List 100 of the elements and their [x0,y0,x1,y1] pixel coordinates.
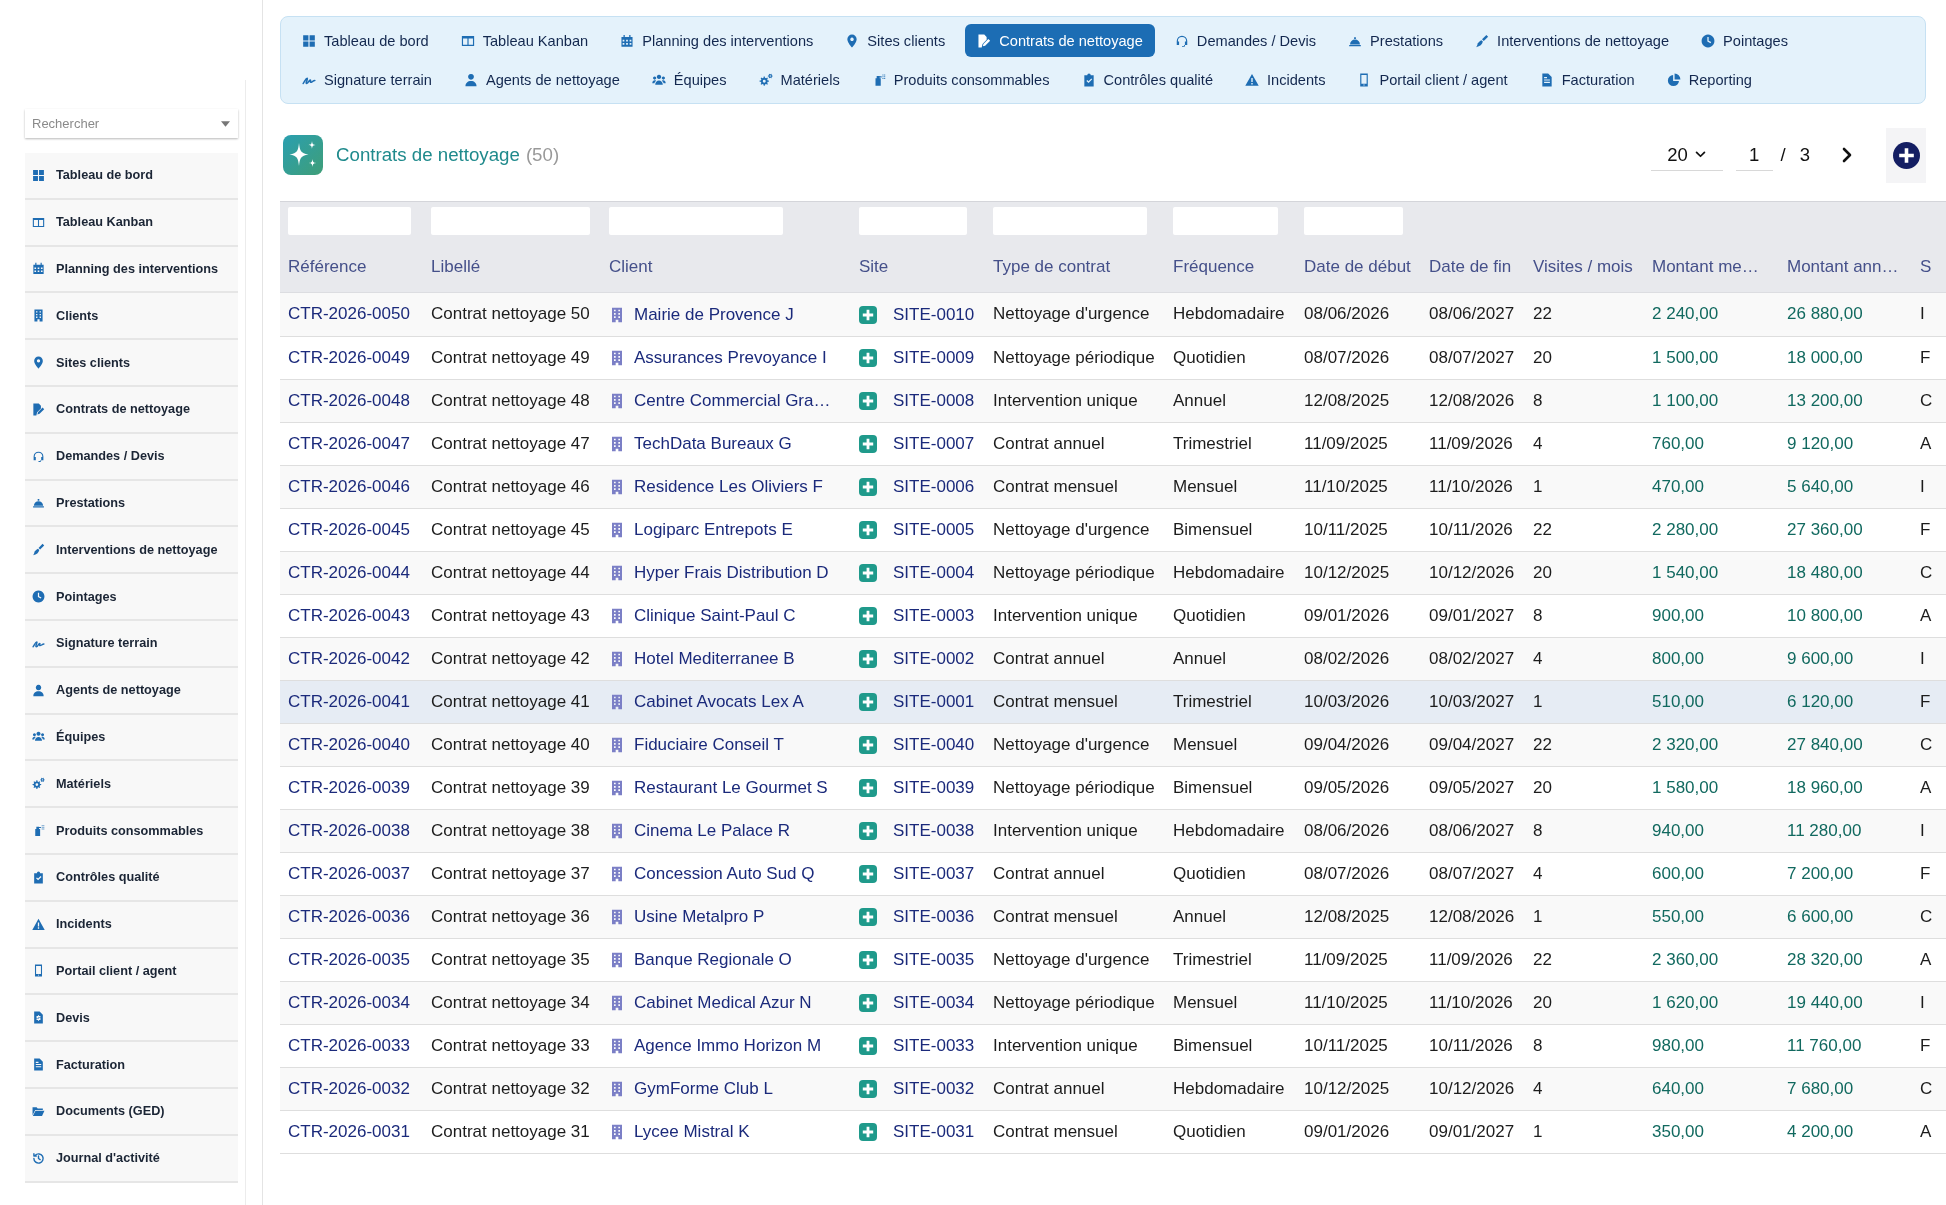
nav-tab[interactable]: Facturation [1527,63,1647,96]
table-row[interactable]: CTR-2026-0032 Contrat nettoyage 32 GymForme Club L SITE-0032 Contrat annuel Hebdomadaire 10/12/2025 10/12/2026 4 640,00 7 680,00 C [280,1067,1946,1110]
reference-link[interactable]: CTR-2026-0040 [288,734,410,754]
client-link[interactable]: Lycee Mistral K [634,1121,750,1142]
sidebar-item[interactable]: Demandes / Devis [25,433,238,481]
client-link[interactable]: Agence Immo Horizon M [634,1035,822,1056]
nav-tab[interactable]: Contrats de nettoyage [965,24,1155,57]
table-row[interactable]: CTR-2026-0043 Contrat nettoyage 43 Clinique Saint-Paul C SITE-0003 Intervention unique Quotidien 09/01/2026 09/01/2027 8 900,00 10 800,00 A [280,594,1946,637]
reference-link[interactable]: CTR-2026-0050 [288,304,410,324]
client-link[interactable]: Banque Regionale O [634,949,792,970]
sidebar-item[interactable]: Contrôles qualité [25,854,238,902]
reference-link[interactable]: CTR-2026-0044 [288,562,410,582]
reference-link[interactable]: CTR-2026-0041 [288,691,410,711]
client-link[interactable]: Cinema Le Palace R [634,820,790,841]
site-link[interactable]: SITE-0031 [893,1121,975,1142]
nav-tab[interactable]: Tableau Kanban [448,24,601,57]
search-field[interactable]: Rechercher [25,109,238,138]
reference-link[interactable]: CTR-2026-0047 [288,433,410,453]
site-link[interactable]: SITE-0004 [893,562,975,583]
reference-link[interactable]: CTR-2026-0036 [288,906,410,926]
nav-tab[interactable]: Prestations [1336,24,1456,57]
table-row[interactable]: CTR-2026-0035 Contrat nettoyage 35 Banque Regionale O SITE-0035 Nettoyage d'urgence Trimestriel 11/09/2025 11/09/2026 22 2 360,00 28 320,00 A [280,938,1946,981]
page-size-select[interactable]: 20 [1650,139,1723,171]
reference-link[interactable]: CTR-2026-0049 [288,347,410,367]
table-row[interactable]: CTR-2026-0040 Contrat nettoyage 40 Fiduciaire Conseil T SITE-0040 Nettoyage d'urgence Mensuel 09/04/2026 09/04/2027 22 2 320,00 27 840,00 C [280,723,1946,766]
client-link[interactable]: Hyper Frais Distribution D [634,562,829,583]
add-button[interactable] [1886,127,1926,183]
client-link[interactable]: Centre Commercial Gra… [634,390,831,411]
table-row[interactable]: CTR-2026-0048 Contrat nettoyage 48 Centre Commercial Gra… SITE-0008 Intervention unique Annuel 12/08/2025 12/08/2026 8 1 100,00 13 200,00 C [280,379,1946,422]
table-row[interactable]: CTR-2026-0042 Contrat nettoyage 42 Hotel Mediterranee B SITE-0002 Contrat annuel Annuel 08/02/2026 08/02/2027 4 800,00 9 600,00 I [280,637,1946,680]
sidebar-item[interactable]: Devis [25,995,238,1043]
site-link[interactable]: SITE-0032 [893,1078,975,1099]
site-link[interactable]: SITE-0001 [893,691,975,712]
site-link[interactable]: SITE-0008 [893,390,975,411]
table-row[interactable]: CTR-2026-0047 Contrat nettoyage 47 TechData Bureaux G SITE-0007 Contrat annuel Trimestriel 11/09/2025 11/09/2026 4 760,00 9 120,00 A [280,422,1946,465]
nav-tab[interactable]: Planning des interventions [608,24,826,57]
site-link[interactable]: SITE-0036 [893,906,975,927]
site-link[interactable]: SITE-0010 [893,304,975,325]
reference-link[interactable]: CTR-2026-0033 [288,1035,410,1055]
site-link[interactable]: SITE-0034 [893,992,975,1013]
table-row[interactable]: CTR-2026-0036 Contrat nettoyage 36 Usine Metalpro P SITE-0036 Contrat mensuel Annuel 12/08/2025 12/08/2026 1 550,00 6 600,00 C [280,895,1946,938]
site-link[interactable]: SITE-0033 [893,1035,975,1056]
reference-link[interactable]: CTR-2026-0046 [288,476,410,496]
sidebar-item[interactable]: Planning des interventions [25,246,238,294]
sidebar-item[interactable]: Journal d'activité [25,1135,238,1183]
nav-tab[interactable]: Matériels [746,63,852,96]
table-row[interactable]: CTR-2026-0045 Contrat nettoyage 45 Logiparc Entrepots E SITE-0005 Nettoyage d'urgence Bimensuel 10/11/2025 10/11/2026 22 2 280,00 27 360,00 F [280,508,1946,551]
client-link[interactable]: GymForme Club L [634,1078,773,1099]
sidebar-item[interactable]: Tableau de bord [25,153,238,200]
client-link[interactable]: Usine Metalpro P [634,906,765,927]
nav-tab[interactable]: Reporting [1654,63,1764,96]
nav-tab[interactable]: Tableau de bord [290,24,441,57]
table-row[interactable]: CTR-2026-0031 Contrat nettoyage 31 Lycee Mistral K SITE-0031 Contrat mensuel Quotidien 09/01/2026 09/01/2027 1 350,00 4 200,00 A [280,1110,1946,1153]
site-link[interactable]: SITE-0040 [893,734,975,755]
reference-link[interactable]: CTR-2026-0045 [288,519,410,539]
nav-tab[interactable]: Pointages [1689,24,1801,57]
table-row[interactable]: CTR-2026-0041 Contrat nettoyage 41 Cabinet Avocats Lex A SITE-0001 Contrat mensuel Trimestriel 10/03/2026 10/03/2027 1 510,00 6 120,00 F [280,680,1946,723]
reference-link[interactable]: CTR-2026-0042 [288,648,410,668]
nav-tab[interactable]: Incidents [1233,63,1338,96]
reference-link[interactable]: CTR-2026-0039 [288,777,410,797]
client-link[interactable]: Fiduciaire Conseil T [634,734,784,755]
sidebar-item[interactable]: Facturation [25,1042,238,1089]
table-row[interactable]: CTR-2026-0039 Contrat nettoyage 39 Restaurant Le Gourmet S SITE-0039 Nettoyage périodique Bimensuel 09/05/2026 09/05/2027 20 1 580,00 18 960,00 A [280,766,1946,809]
nav-tab[interactable]: Agents de nettoyage [451,63,632,96]
nav-tab[interactable]: Contrôles qualité [1069,63,1226,96]
table-row[interactable]: CTR-2026-0038 Contrat nettoyage 38 Cinema Le Palace R SITE-0038 Intervention unique Hebdomadaire 08/06/2026 08/06/2027 8 940,00 11 280,00 I [280,809,1946,852]
sidebar-item[interactable]: Sites clients [25,340,238,387]
sidebar-item[interactable]: Produits consommables [25,808,238,855]
nav-tab[interactable]: Demandes / Devis [1162,24,1329,57]
site-link[interactable]: SITE-0003 [893,605,975,626]
reference-link[interactable]: CTR-2026-0035 [288,949,410,969]
table-row[interactable]: CTR-2026-0044 Contrat nettoyage 44 Hyper Frais Distribution D SITE-0004 Nettoyage périodique Hebdomadaire 10/12/2025 10/12/2026 20 1 540,00 18 480,00 C [280,551,1946,594]
nav-tab[interactable]: Produits consommables [859,63,1062,96]
sidebar-item[interactable]: Interventions de nettoyage [25,527,238,575]
sidebar-item[interactable]: Incidents [25,901,238,949]
nav-tab[interactable]: Équipes [639,63,739,96]
nav-tab[interactable]: Sites clients [833,24,958,57]
client-link[interactable]: Logiparc Entrepots E [634,519,793,540]
site-link[interactable]: SITE-0039 [893,777,975,798]
sidebar-item[interactable]: Portail client / agent [25,948,238,996]
table-row[interactable]: CTR-2026-0037 Contrat nettoyage 37 Concession Auto Sud Q SITE-0037 Contrat annuel Quotidien 08/07/2026 08/07/2027 4 600,00 7 200,00 F [280,852,1946,895]
client-link[interactable]: Cabinet Medical Azur N [634,992,812,1013]
sidebar-item[interactable]: Pointages [25,574,238,621]
site-link[interactable]: SITE-0006 [893,476,975,497]
table-row[interactable]: CTR-2026-0046 Contrat nettoyage 46 Residence Les Oliviers F SITE-0006 Contrat mensuel Mensuel 11/10/2025 11/10/2026 1 470,00 5 640,00 I [280,465,1946,508]
sidebar-item[interactable]: Tableau Kanban [25,199,238,247]
sidebar-item[interactable]: Signature terrain [25,620,238,668]
reference-link[interactable]: CTR-2026-0048 [288,390,410,410]
site-link[interactable]: SITE-0005 [893,519,975,540]
nav-tab[interactable]: Signature terrain [290,63,444,96]
sidebar-item[interactable]: Matériels [25,761,238,809]
sidebar-item[interactable]: Agents de nettoyage [25,667,238,715]
reference-link[interactable]: CTR-2026-0038 [288,820,410,840]
nav-tab[interactable]: Interventions de nettoyage [1463,24,1682,57]
sidebar-item[interactable]: Prestations [25,480,238,528]
sidebar-item[interactable]: Documents (GED) [25,1088,238,1136]
reference-link[interactable]: CTR-2026-0034 [288,992,410,1012]
client-link[interactable]: Concession Auto Sud Q [634,863,815,884]
reference-link[interactable]: CTR-2026-0032 [288,1078,410,1098]
site-link[interactable]: SITE-0037 [893,863,975,884]
